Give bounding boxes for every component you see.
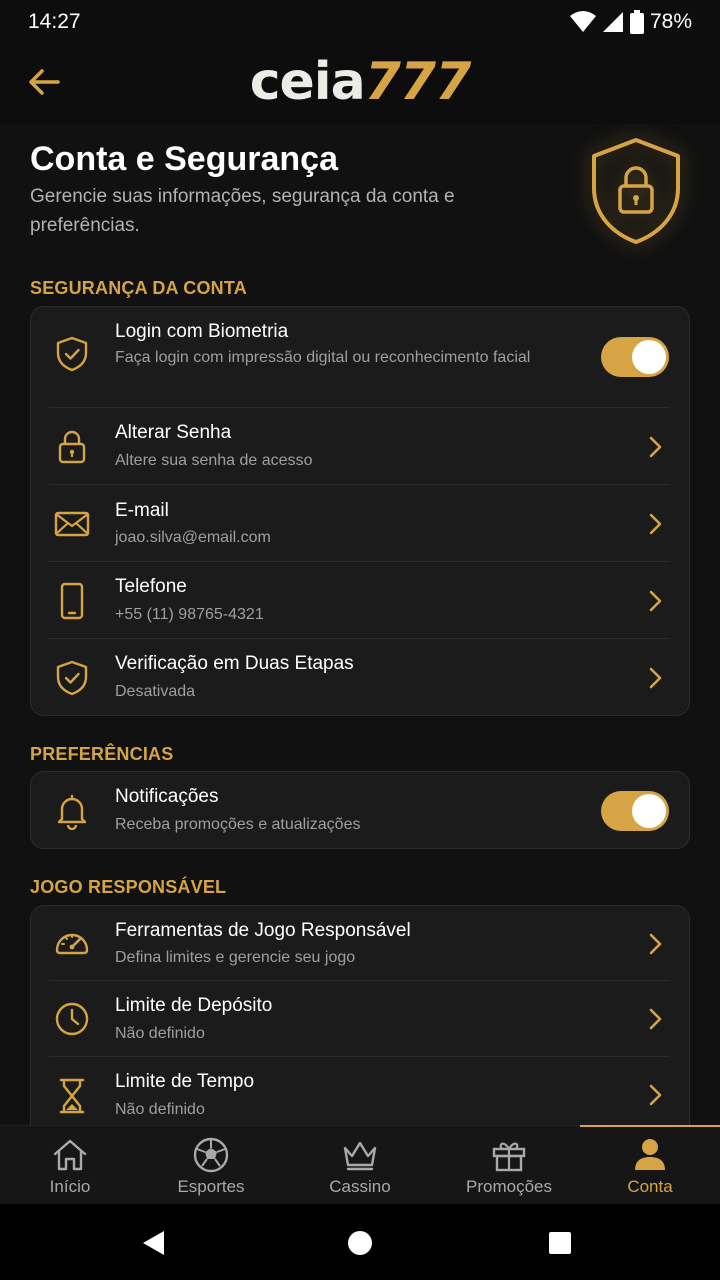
soccer-ball-icon bbox=[193, 1137, 229, 1173]
item-title: Verificação em Duas Etapas bbox=[115, 653, 354, 674]
app-bar: ceia777 bbox=[0, 44, 720, 124]
system-nav-bar bbox=[0, 1204, 720, 1280]
section-title-security: SEGURANÇA DA CONTA bbox=[30, 278, 247, 298]
crown-icon bbox=[343, 1141, 377, 1171]
list-item-responsible-tools[interactable]: Ferramentas de Jogo Responsável Defina l… bbox=[31, 906, 689, 981]
responsible-card: Ferramentas de Jogo Responsável Defina l… bbox=[30, 905, 690, 1125]
tab-cassino[interactable]: Cassino bbox=[282, 1126, 438, 1205]
gift-icon bbox=[492, 1142, 526, 1172]
bottom-nav: Início Esportes Cassino Promoções Conta bbox=[0, 1125, 720, 1204]
battery-percent: 78% bbox=[649, 10, 692, 33]
item-subtitle: +55 (11) 98765-4321 bbox=[115, 606, 264, 623]
item-title: Alterar Senha bbox=[115, 422, 232, 443]
tab-label: Conta bbox=[627, 1177, 673, 1196]
shield-check-icon bbox=[56, 660, 88, 696]
bell-icon bbox=[57, 794, 87, 830]
security-card: Login com Biometria Faça login com impre… bbox=[30, 306, 690, 716]
toggle-knob bbox=[632, 340, 666, 374]
item-subtitle: joao.silva@email.com bbox=[115, 529, 271, 546]
signal-icon bbox=[602, 12, 623, 32]
tab-label: Esportes bbox=[177, 1177, 245, 1196]
phone-icon bbox=[60, 582, 84, 620]
clock-icon bbox=[55, 1002, 89, 1036]
chevron-right-icon bbox=[649, 590, 662, 612]
shield-check-icon bbox=[56, 336, 88, 372]
back-triangle-icon[interactable] bbox=[142, 1230, 166, 1256]
main-content[interactable]: Conta e Segurança Gerencie suas informaç… bbox=[0, 124, 720, 1125]
list-item-two-factor[interactable]: Verificação em Duas Etapas Desativada bbox=[31, 639, 689, 716]
tab-inicio[interactable]: Início bbox=[0, 1126, 140, 1205]
wifi-icon bbox=[569, 11, 596, 32]
tab-label: Promoções bbox=[466, 1177, 552, 1196]
preferences-card: Notificações Receba promoções e atualiza… bbox=[30, 771, 690, 849]
chevron-right-icon bbox=[649, 667, 662, 689]
chevron-right-icon bbox=[649, 513, 662, 535]
list-item-time-limit[interactable]: Limite de Tempo Não definido bbox=[31, 1057, 689, 1125]
list-item-change-password[interactable]: Alterar Senha Altere sua senha de acesso bbox=[31, 408, 689, 485]
tab-label: Início bbox=[49, 1177, 91, 1196]
item-subtitle: Não definido bbox=[115, 1025, 205, 1042]
item-subtitle: Defina limites e gerencie seu jogo bbox=[115, 949, 356, 966]
tab-esportes[interactable]: Esportes bbox=[140, 1126, 282, 1205]
section-title-preferences: PREFERÊNCIAS bbox=[30, 744, 174, 764]
item-title: Telefone bbox=[115, 576, 187, 597]
item-title: Ferramentas de Jogo Responsável bbox=[115, 920, 411, 941]
home-icon bbox=[53, 1139, 87, 1171]
hourglass-icon bbox=[59, 1078, 85, 1114]
home-circle-icon[interactable] bbox=[347, 1230, 373, 1256]
status-icons: 78% bbox=[569, 10, 692, 34]
status-time: 14:27 bbox=[28, 10, 81, 33]
toggle-knob bbox=[632, 794, 666, 828]
item-title: Notificações bbox=[115, 786, 219, 807]
chevron-right-icon bbox=[649, 933, 662, 955]
item-title: Limite de Depósito bbox=[115, 995, 273, 1016]
list-item-notifications[interactable]: Notificações Receba promoções e atualiza… bbox=[31, 772, 689, 848]
tab-label: Cassino bbox=[329, 1177, 391, 1196]
item-subtitle: Faça login com impressão digital ou reco… bbox=[115, 349, 531, 366]
notifications-toggle[interactable] bbox=[601, 791, 669, 831]
list-item-email[interactable]: E-mail joao.silva@email.com bbox=[31, 485, 689, 562]
chevron-right-icon bbox=[649, 436, 662, 458]
list-item-biometric-login[interactable]: Login com Biometria Faça login com impre… bbox=[31, 307, 689, 408]
biometric-toggle[interactable] bbox=[601, 337, 669, 377]
recents-square-icon[interactable] bbox=[548, 1231, 572, 1255]
list-item-deposit-limit[interactable]: Limite de Depósito Não definido bbox=[31, 981, 689, 1057]
chevron-right-icon bbox=[649, 1084, 662, 1106]
item-subtitle: Não definido bbox=[115, 1101, 205, 1118]
lock-icon bbox=[58, 430, 86, 464]
mail-icon bbox=[54, 511, 90, 537]
item-subtitle: Desativada bbox=[115, 683, 196, 700]
list-item-phone[interactable]: Telefone +55 (11) 98765-4321 bbox=[31, 562, 689, 639]
item-subtitle: Altere sua senha de acesso bbox=[115, 452, 313, 469]
battery-icon bbox=[629, 10, 644, 34]
page-subtitle: Gerencie suas informações, segurança da … bbox=[30, 186, 455, 236]
item-title: Limite de Tempo bbox=[115, 1071, 255, 1092]
status-bar: 14:27 78% bbox=[0, 0, 720, 44]
item-title: E-mail bbox=[115, 500, 169, 521]
gauge-icon bbox=[55, 933, 89, 955]
item-subtitle: Receba promoções e atualizações bbox=[115, 816, 361, 833]
shield-lock-icon bbox=[592, 138, 680, 244]
tab-promocoes[interactable]: Promoções bbox=[438, 1126, 580, 1205]
section-title-responsible: JOGO RESPONSÁVEL bbox=[30, 877, 227, 897]
tab-conta[interactable]: Conta bbox=[580, 1125, 720, 1205]
chevron-right-icon bbox=[649, 1008, 662, 1030]
page-title: Conta e Segurança bbox=[30, 140, 338, 178]
brand-logo[interactable]: ceia777 bbox=[0, 52, 720, 112]
user-icon bbox=[635, 1139, 665, 1170]
item-title: Login com Biometria bbox=[115, 321, 289, 342]
